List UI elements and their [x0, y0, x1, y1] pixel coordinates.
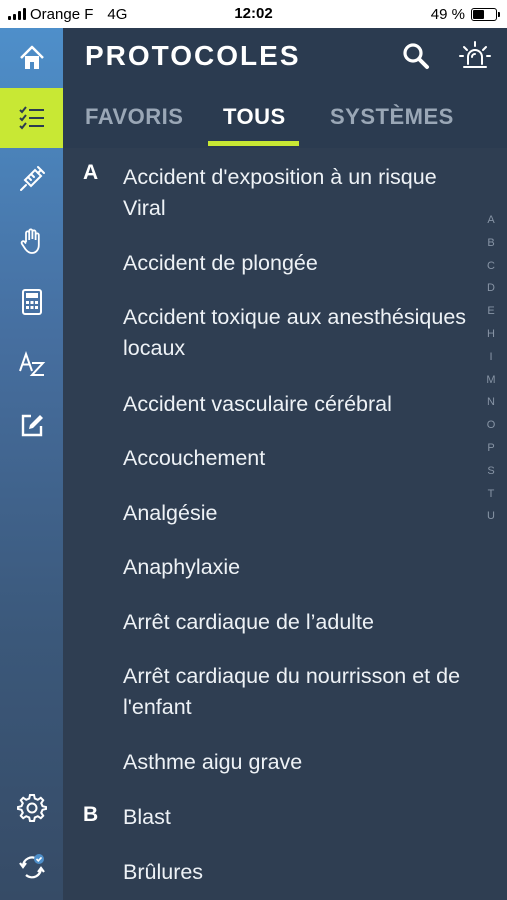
- checklist-icon: [18, 106, 44, 130]
- tab-bar: FAVORIS TOUS SYSTÈMES: [63, 96, 507, 148]
- list-item-label: Arrêt cardiaque de l’adulte: [123, 610, 374, 634]
- alpha-index-letter[interactable]: N: [480, 396, 502, 419]
- sidebar-item-home[interactable]: [0, 28, 63, 88]
- list-item-label: Accouchement: [123, 446, 266, 470]
- hand-icon: [20, 228, 40, 254]
- alpha-index-letter[interactable]: D: [480, 282, 502, 305]
- sidebar-item-gestures[interactable]: [0, 211, 63, 271]
- list-item-label: Accident de plongée: [123, 251, 318, 275]
- tab-favoris[interactable]: FAVORIS: [85, 104, 183, 130]
- sidebar-item-calculator[interactable]: [0, 272, 63, 332]
- alpha-index-letter[interactable]: I: [480, 351, 502, 374]
- list-item-label: Brûlures: [123, 860, 204, 884]
- sidebar-item-notes[interactable]: [0, 395, 63, 455]
- sidebar-item-index[interactable]: [0, 334, 63, 394]
- list-item-label: Anaphylaxie: [123, 555, 241, 579]
- list-item-label: Asthme aigu grave: [123, 750, 303, 774]
- active-tab-indicator: [208, 141, 299, 146]
- alpha-index-letter[interactable]: H: [480, 328, 502, 351]
- edit-icon: [21, 414, 43, 437]
- list-item-label: Arrêt cardiaque du nourrisson et de l'en…: [123, 664, 461, 719]
- list-item-label: Analgésie: [123, 501, 218, 525]
- home-icon: [19, 45, 44, 69]
- alpha-index-letter[interactable]: B: [480, 237, 502, 260]
- sidebar-item-protocols[interactable]: [0, 88, 63, 148]
- sync-icon: [18, 854, 45, 879]
- header: PROTOCOLES FAVORIS TOUS SYSTÈMES: [63, 28, 507, 148]
- tab-systemes[interactable]: SYSTÈMES: [330, 104, 454, 130]
- page-title: PROTOCOLES: [85, 40, 301, 71]
- battery-fill: [473, 9, 484, 19]
- syringe-icon: [19, 166, 45, 191]
- calculator-icon: [21, 289, 42, 315]
- search-icon[interactable]: [400, 40, 432, 72]
- list-item-label: Accident vasculaire cérébral: [123, 392, 392, 416]
- section-letter: B: [83, 803, 99, 826]
- sidebar: [0, 28, 63, 900]
- siren-icon[interactable]: [459, 40, 491, 72]
- alpha-index-letter[interactable]: S: [480, 465, 502, 488]
- az-icon: [18, 350, 45, 376]
- tab-tous[interactable]: TOUS: [223, 104, 286, 130]
- alpha-index-letter[interactable]: A: [480, 214, 502, 237]
- alpha-index-letter[interactable]: E: [480, 305, 502, 328]
- list-item-label: Accident toxique aux anesthésiques locau…: [123, 305, 467, 360]
- status-right: 49 %: [430, 5, 500, 23]
- protocol-list: A Accident d'exposition à un risque Vira…: [63, 148, 507, 900]
- battery-icon: [471, 7, 500, 21]
- list-item-label: Accident d'exposition à un risque Viral: [123, 165, 437, 220]
- battery-percent: 49 %: [430, 5, 465, 23]
- alpha-index-letter[interactable]: U: [480, 510, 502, 533]
- list-item-label: Blast: [123, 805, 171, 829]
- gear-icon: [16, 794, 47, 822]
- alpha-index-letter[interactable]: P: [480, 442, 502, 465]
- alpha-index-letter[interactable]: T: [480, 488, 502, 511]
- alpha-index-letter[interactable]: C: [480, 260, 502, 283]
- sidebar-item-drugs[interactable]: [0, 149, 63, 209]
- section-letter: A: [83, 161, 99, 184]
- status-bar: Orange F 4G 12:02 49 %: [0, 0, 507, 28]
- alpha-index-letter[interactable]: M: [480, 374, 502, 397]
- alpha-index-letter[interactable]: O: [480, 419, 502, 442]
- alphabet-index[interactable]: ABCDEHIMNOPSTU: [480, 214, 502, 533]
- sidebar-item-sync[interactable]: [0, 837, 63, 897]
- sidebar-item-settings[interactable]: [0, 778, 63, 838]
